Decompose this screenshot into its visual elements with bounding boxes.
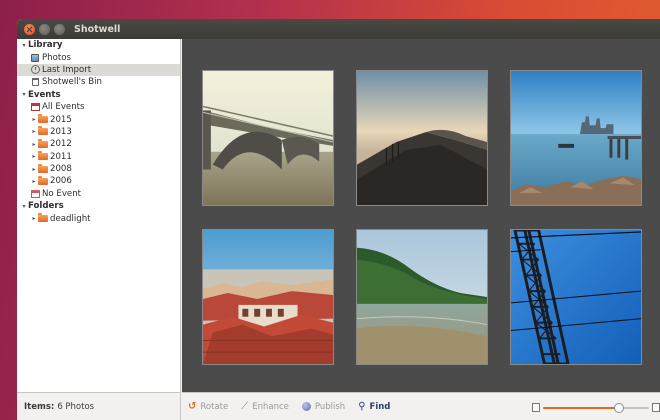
expander-open-icon[interactable]: ▾	[20, 42, 28, 49]
sidebar-item-2011[interactable]: ▸ 2011	[17, 151, 180, 163]
folder-icon	[38, 126, 48, 136]
expander-open-icon[interactable]: ▾	[20, 203, 28, 210]
folder-icon	[38, 213, 48, 223]
sidebar-item-label: 2008	[50, 164, 72, 175]
globe-icon	[301, 402, 311, 411]
rotate-icon: ↺	[188, 401, 197, 412]
sidebar-item-label: Shotwell's Bin	[42, 77, 102, 88]
dunes-photo	[357, 71, 487, 205]
photo-thumbnail-skyline[interactable]	[510, 70, 642, 206]
sidebar-item-label: 2013	[50, 126, 72, 137]
sidebar-item-label: 2006	[50, 176, 72, 187]
sidebar-item-no-event[interactable]: No Event	[17, 188, 180, 200]
folder-icon	[38, 151, 48, 161]
shotwell-window: Shotwell ▾ Library Photos Last Import Shotwe…	[17, 19, 660, 420]
trash-icon	[30, 78, 40, 87]
folder-icon	[38, 163, 48, 174]
sidebar-item-label: Last Import	[42, 64, 92, 75]
publish-button[interactable]: Publish	[301, 401, 346, 412]
enhance-button[interactable]: ⟋ Enhance	[241, 401, 289, 412]
coast-photo	[357, 230, 487, 364]
expander-open-icon[interactable]: ▾	[20, 91, 28, 98]
sidebar-item-last-import[interactable]: Last Import	[17, 63, 180, 77]
expander-closed-icon[interactable]: ▸	[30, 178, 38, 185]
find-button[interactable]: ⚲ Find	[358, 401, 390, 412]
zoom-handle[interactable]	[614, 402, 625, 413]
expander-closed-icon[interactable]: ▸	[30, 141, 38, 148]
sidebar-item-2012[interactable]: ▸ 2012	[17, 138, 180, 150]
sidebar-item-2006[interactable]: ▸ 2006	[17, 175, 180, 187]
folder-icon	[38, 138, 48, 149]
photo-thumbnail-pylon[interactable]	[510, 229, 642, 365]
folder-icon	[38, 175, 48, 186]
sidebar-section-folders[interactable]: ▾ Folders	[17, 200, 180, 212]
find-label: Find	[369, 401, 391, 412]
items-count-label: Items:	[24, 401, 55, 412]
sidebar-item-label: 2011	[50, 151, 72, 162]
window-title: Shotwell	[74, 23, 121, 35]
photo-thumbnail-coast[interactable]	[356, 229, 488, 365]
expander-closed-icon[interactable]: ▸	[30, 215, 38, 222]
magic-wand-icon: ⟋	[241, 401, 249, 412]
photo-thumbnail-dunes[interactable]	[356, 70, 488, 206]
title-bar[interactable]: Shotwell	[17, 19, 660, 39]
expander-closed-icon[interactable]: ▸	[30, 116, 38, 123]
rooftops-photo	[203, 230, 333, 364]
minimize-window-button[interactable]	[39, 23, 50, 35]
folder-icon	[38, 114, 48, 124]
zoom-slider[interactable]	[532, 402, 660, 413]
sidebar-item-2015[interactable]: ▸ 2015	[17, 113, 180, 125]
expander-closed-icon[interactable]: ▸	[30, 153, 38, 160]
sidebar-item-label: Events	[28, 89, 61, 100]
bottom-toolbar: ↺ Rotate ⟋ Enhance Publish ⚲ Find	[182, 392, 660, 420]
sidebar-section-library[interactable]: ▾ Library	[17, 39, 180, 51]
zoom-track[interactable]	[543, 402, 649, 413]
sidebar-item-photos[interactable]: Photos	[17, 51, 180, 63]
sidebar-item-label: 2012	[50, 139, 72, 150]
zoom-fill	[543, 406, 620, 409]
sidebar-item-label: deadlight	[50, 213, 91, 224]
noevent-icon	[30, 189, 40, 198]
maximize-window-button[interactable]	[54, 23, 65, 35]
sidebar-item-label: Photos	[42, 52, 71, 63]
photo-thumbnail-bridge[interactable]	[202, 70, 334, 206]
rotate-button[interactable]: ↺ Rotate	[188, 401, 228, 412]
publish-label: Publish	[314, 401, 346, 412]
zoom-out-icon[interactable]	[532, 403, 540, 412]
search-icon: ⚲	[358, 401, 366, 412]
sidebar-section-events[interactable]: ▾ Events	[17, 89, 180, 101]
rotate-label: Rotate	[200, 401, 229, 412]
clock-icon	[30, 65, 40, 75]
sidebar-item-2008[interactable]: ▸ 2008	[17, 163, 180, 175]
expander-closed-icon[interactable]: ▸	[30, 166, 38, 173]
status-bar: Items: 6 Photos	[17, 392, 181, 420]
close-window-button[interactable]	[24, 23, 35, 35]
photos-icon	[30, 53, 40, 62]
sidebar-item-2013[interactable]: ▸ 2013	[17, 126, 180, 138]
enhance-label: Enhance	[252, 401, 289, 412]
zoom-in-icon[interactable]	[652, 403, 660, 412]
sidebar-item-label: 2015	[50, 114, 72, 125]
sidebar-item-label: All Events	[42, 102, 85, 113]
sidebar-item-shotwell-s-bin[interactable]: Shotwell's Bin	[17, 76, 180, 88]
items-count-value: 6 Photos	[57, 401, 95, 412]
sidebar: ▾ Library Photos Last Import Shotwell's Bin ▾…	[17, 39, 181, 392]
sidebar-item-label: No Event	[42, 188, 82, 199]
sidebar-item-label: Library	[28, 40, 63, 51]
sidebar-item-deadlight[interactable]: ▸ deadlight	[17, 212, 180, 224]
pylon-photo	[511, 230, 641, 364]
sidebar-item-label: Folders	[28, 201, 64, 212]
expander-closed-icon[interactable]: ▸	[30, 128, 38, 135]
sidebar-item-all-events[interactable]: All Events	[17, 101, 180, 113]
photo-grid	[182, 39, 660, 392]
photo-thumbnail-rooftops[interactable]	[202, 229, 334, 365]
skyline-photo	[511, 71, 641, 205]
events-icon	[30, 103, 40, 112]
bridge-photo	[203, 71, 333, 205]
